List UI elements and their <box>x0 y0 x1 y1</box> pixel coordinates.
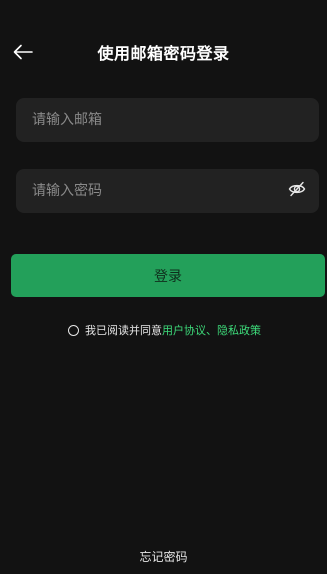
user-agreement-link[interactable]: 用户协议 <box>162 322 206 338</box>
password-field[interactable] <box>16 169 319 213</box>
password-visibility-toggle[interactable] <box>287 181 307 201</box>
agreement-row: 我已阅读并同意 用户协议 、 隐私政策 <box>68 321 261 339</box>
forgot-password-link[interactable]: 忘记密码 <box>0 548 327 565</box>
privacy-policy-link[interactable]: 隐私政策 <box>217 322 261 338</box>
email-input[interactable] <box>32 98 272 142</box>
agreement-checkbox[interactable] <box>68 324 79 336</box>
password-input[interactable] <box>32 169 272 213</box>
eye-off-icon <box>288 180 306 202</box>
agreement-prefix: 我已阅读并同意 <box>85 324 162 337</box>
header: 使用邮箱密码登录 <box>0 36 327 72</box>
login-button[interactable]: 登录 <box>11 254 325 297</box>
email-field[interactable] <box>16 98 319 142</box>
agreement-separator: 、 <box>206 324 217 337</box>
page-title: 使用邮箱密码登录 <box>97 44 230 63</box>
status-bar <box>0 0 327 8</box>
